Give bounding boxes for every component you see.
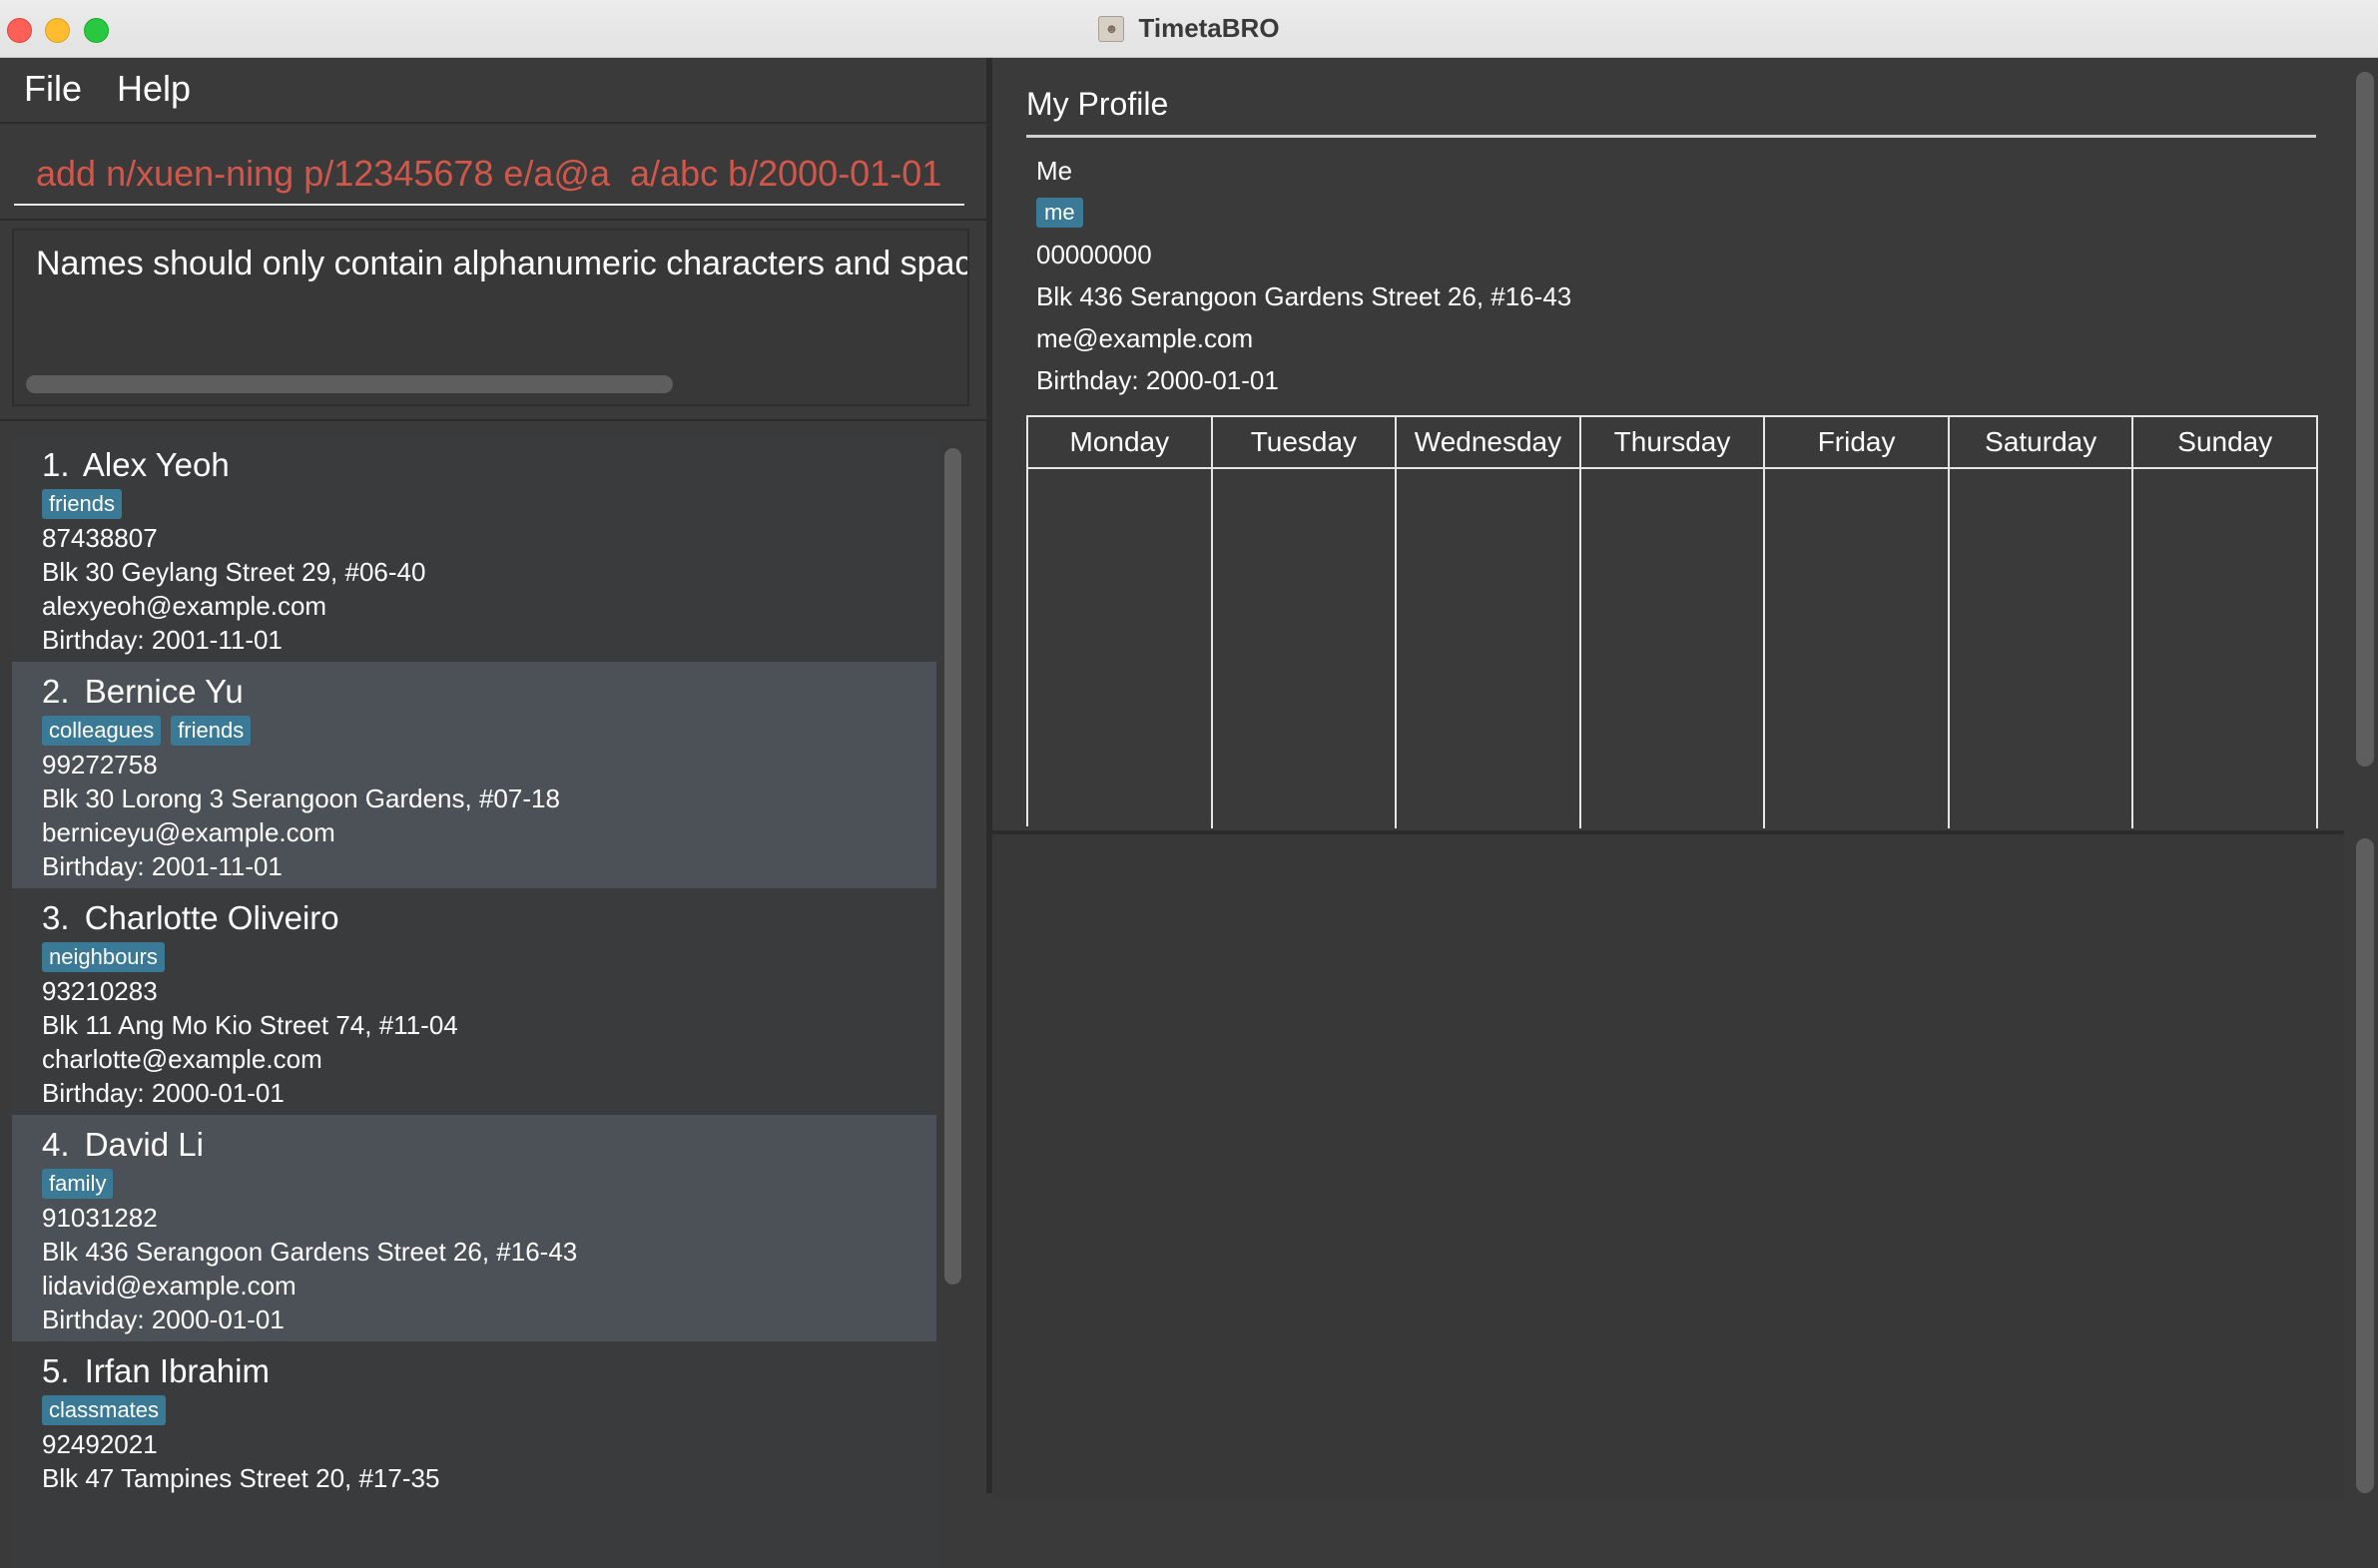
person-email: charlotte@example.com	[42, 1044, 322, 1074]
person-list-scrollbar[interactable]	[944, 448, 961, 1285]
person-email: alexyeoh@example.com	[42, 591, 327, 621]
profile-heading: My Profile	[1026, 86, 1169, 122]
day-header-sunday: Sunday	[2133, 417, 2319, 467]
person-phone: 92492021	[42, 1429, 158, 1459]
person-birthday: Birthday: 2000-01-01	[42, 1078, 285, 1108]
person-tag: friends	[171, 716, 252, 746]
lower-panel-scrollbar[interactable]	[2356, 838, 2374, 1493]
person-address: Blk 47 Tampines Street 20, #17-35	[42, 1463, 440, 1493]
person-birthday: Birthday: 2001-11-01	[42, 625, 283, 655]
profile-name: Me	[1036, 156, 1073, 186]
person-birthday: Birthday: 2000-01-01	[42, 1305, 285, 1334]
person-card[interactable]: 5. Irfan Ibrahim classmates 92492021 Blk…	[12, 1341, 936, 1568]
day-header-tuesday: Tuesday	[1213, 417, 1398, 467]
command-box	[0, 124, 986, 221]
day-column-tuesday	[1213, 469, 1398, 828]
person-phone: 91031282	[42, 1203, 158, 1233]
person-card[interactable]: 1. Alex Yeoh friends 87438807 Blk 30 Gey…	[12, 435, 936, 662]
menu-bar: File Help	[0, 58, 986, 124]
day-column-saturday	[1950, 469, 2134, 828]
result-message: Names should only contain alphanumeric c…	[36, 245, 969, 282]
person-tag: friends	[42, 489, 123, 519]
weekly-timetable: Monday Tuesday Wednesday Thursday Friday…	[1026, 415, 2319, 828]
person-card[interactable]: 3. Charlotte Oliveiro neighbours 9321028…	[12, 888, 936, 1115]
person-name: Alex Yeoh	[82, 446, 230, 483]
person-email: lidavid@example.com	[42, 1271, 297, 1301]
person-phone: 87438807	[42, 523, 158, 553]
result-horizontal-scrollbar[interactable]	[26, 375, 673, 393]
window-titlebar: ☻ TimetaBRO	[0, 0, 2378, 58]
day-column-wednesday	[1397, 469, 1581, 828]
day-column-thursday	[1581, 469, 1766, 828]
profile-address: Blk 436 Serangoon Gardens Street 26, #16…	[1036, 281, 1572, 311]
person-address: Blk 11 Ang Mo Kio Street 74, #11-04	[42, 1010, 458, 1040]
day-header-saturday: Saturday	[1950, 417, 2134, 467]
person-tag: classmates	[42, 1395, 167, 1425]
person-index: 1.	[42, 446, 70, 483]
person-phone: 99272758	[42, 750, 158, 780]
person-index: 3.	[42, 899, 70, 936]
profile-scrollbar[interactable]	[2356, 72, 2374, 767]
person-index: 2.	[42, 673, 70, 710]
profile-tag: me	[1036, 198, 1083, 228]
day-column-sunday	[2133, 469, 2319, 828]
day-header-friday: Friday	[1765, 417, 1950, 467]
person-phone: 93210283	[42, 976, 158, 1006]
person-name: Charlotte Oliveiro	[84, 899, 339, 936]
person-name: Irfan Ibrahim	[84, 1352, 270, 1389]
lower-right-panel	[992, 830, 2344, 1497]
person-address: Blk 30 Geylang Street 29, #06-40	[42, 557, 426, 587]
person-card[interactable]: 2. Bernice Yu colleagues friends 99272758…	[12, 662, 936, 888]
person-index: 5.	[42, 1352, 70, 1389]
result-display: Names should only contain alphanumeric c…	[12, 229, 969, 406]
day-header-monday: Monday	[1028, 417, 1213, 467]
person-name: David Li	[84, 1126, 204, 1163]
person-tag: colleagues	[42, 716, 162, 746]
person-tag: neighbours	[42, 942, 165, 972]
menu-help[interactable]: Help	[117, 68, 191, 110]
person-birthday: Birthday: 2001-11-01	[42, 851, 283, 881]
day-column-friday	[1765, 469, 1950, 828]
day-column-monday	[1028, 469, 1213, 828]
person-index: 4.	[42, 1126, 70, 1163]
window-title: TimetaBRO	[1138, 13, 1280, 43]
person-address: Blk 436 Serangoon Gardens Street 26, #16…	[42, 1237, 578, 1267]
person-name: Bernice Yu	[84, 673, 244, 710]
day-header-wednesday: Wednesday	[1397, 417, 1581, 467]
person-address: Blk 30 Lorong 3 Serangoon Gardens, #07-1…	[42, 784, 560, 813]
profile-birthday: Birthday: 2000-01-01	[1036, 365, 1279, 395]
profile-panel: My Profile Me me 00000000 Blk 436 Serang…	[992, 58, 2344, 828]
menu-file[interactable]: File	[24, 68, 82, 110]
profile-heading-rule	[1026, 135, 2316, 138]
command-input[interactable]	[14, 144, 964, 206]
day-header-thursday: Thursday	[1581, 417, 1766, 467]
person-list: 1. Alex Yeoh friends 87438807 Blk 30 Gey…	[0, 419, 986, 1568]
person-tag: family	[42, 1169, 114, 1199]
profile-phone: 00000000	[1036, 240, 1152, 269]
person-card[interactable]: 4. David Li family 91031282 Blk 436 Sera…	[12, 1115, 936, 1341]
person-email: berniceyu@example.com	[42, 817, 335, 847]
app-icon: ☻	[1098, 15, 1125, 42]
profile-email: me@example.com	[1036, 323, 1254, 353]
